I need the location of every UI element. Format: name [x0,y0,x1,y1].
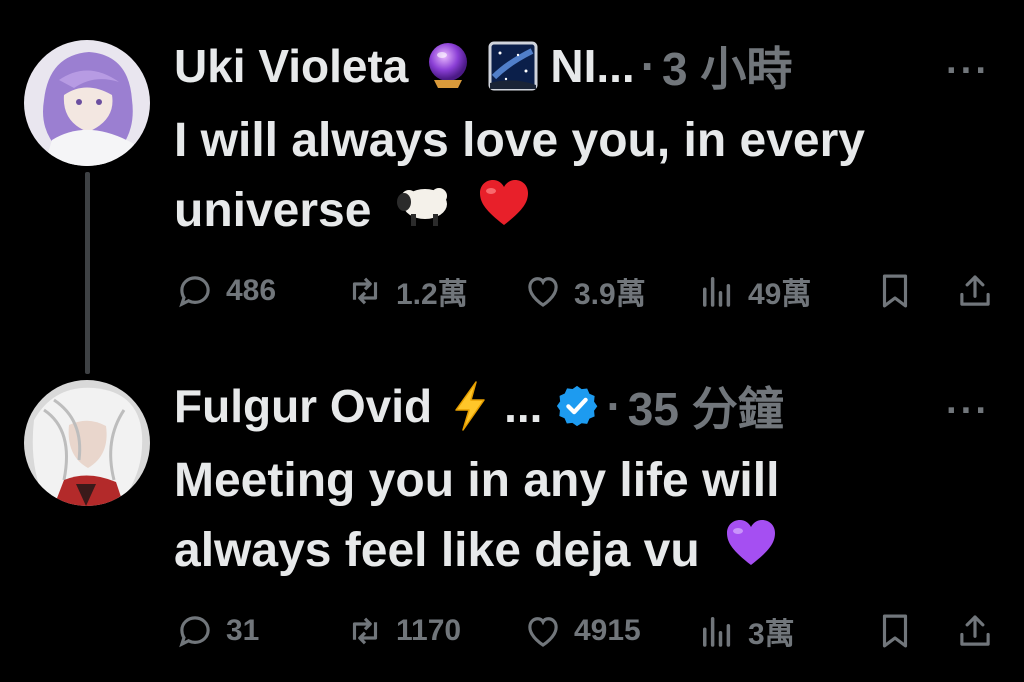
retweet-icon [352,277,378,305]
tweet-text-line-2: always feel like deja vu [174,524,700,577]
red-heart-icon [476,177,532,249]
retweet-button[interactable]: 1170 [344,608,461,654]
share-button[interactable] [954,608,996,654]
retweet-icon [352,617,378,645]
like-count: 3.9萬 [574,278,646,311]
bookmark-icon [882,614,908,648]
like-button[interactable]: 4915 [522,608,641,654]
retweet-count: 1.2萬 [396,278,468,311]
share-icon [960,275,990,306]
more-options-button[interactable]: ··· [946,390,990,433]
tweet-actions: 486 1.2萬 3.9萬 49萬 [174,268,1004,314]
separator-dot: · [640,40,657,92]
tweet-text-line-2-wrap: always feel like deja vu [174,516,994,589]
night-sky-icon [488,41,538,91]
views-icon [703,617,731,647]
reply-icon [179,616,210,648]
tweet-text: I will always love you, in every univers… [174,106,994,249]
crystal-ball-icon [422,40,474,92]
reply-button[interactable]: 31 [174,608,259,654]
avatar[interactable] [24,40,150,166]
bookmark-button[interactable] [874,268,916,314]
tweet-header: Uki Violeta NI... · 3 小時 [174,34,994,98]
views-icon [703,277,731,307]
share-icon [960,615,990,646]
tweet-text-line-2-wrap: universe [174,176,994,249]
like-button[interactable]: 3.9萬 [522,268,646,314]
avatar[interactable] [24,380,150,506]
views-button[interactable]: 3萬 [696,608,795,654]
reply-icon [179,276,210,308]
heart-icon [528,277,558,307]
reply-button[interactable]: 486 [174,268,276,314]
tweet-text: Meeting you in any life will always feel… [174,446,994,589]
timestamp[interactable]: 3 小時 [662,33,792,99]
bookmark-icon [882,274,908,308]
like-count: 4915 [574,614,641,647]
retweet-count: 1170 [396,614,462,647]
author-name[interactable]: Fulgur Ovid [174,379,432,433]
tweet-fulgur-ovid[interactable]: Fulgur Ovid ... · 35 分鐘 ··· Meeting you … [0,340,1024,682]
lightning-icon [450,380,490,432]
sheep-icon [395,178,453,248]
bookmark-button[interactable] [874,608,916,654]
tweet-text-line-1: Meeting you in any life will [174,454,780,507]
author-name-suffix: ... [504,380,543,432]
share-button[interactable] [954,268,996,314]
retweet-button[interactable]: 1.2萬 [344,268,468,314]
verified-badge-icon [554,383,600,429]
separator-dot: · [606,380,622,432]
author-name-suffix: NI... [550,40,635,92]
reply-count: 31 [226,614,260,647]
views-count: 49萬 [748,278,812,311]
views-button[interactable]: 49萬 [696,268,811,314]
tweet-text-line-2: universe [174,184,372,237]
tweet-text-line-1: I will always love you, in every [174,114,865,167]
reply-count: 486 [226,274,277,307]
heart-icon [528,617,558,647]
tweet-actions: 31 1170 4915 3萬 [174,608,1004,654]
tweet-header: Fulgur Ovid ... · 35 分鐘 [174,374,994,438]
more-options-button[interactable]: ··· [946,50,990,93]
purple-heart-icon [723,517,779,589]
tweet-uki-violeta[interactable]: Uki Violeta NI... · 3 小時 ··· I will alwa… [0,0,1024,374]
author-name[interactable]: Uki Violeta [174,39,408,93]
views-count: 3萬 [748,618,795,651]
timestamp[interactable]: 35 分鐘 [628,373,784,439]
